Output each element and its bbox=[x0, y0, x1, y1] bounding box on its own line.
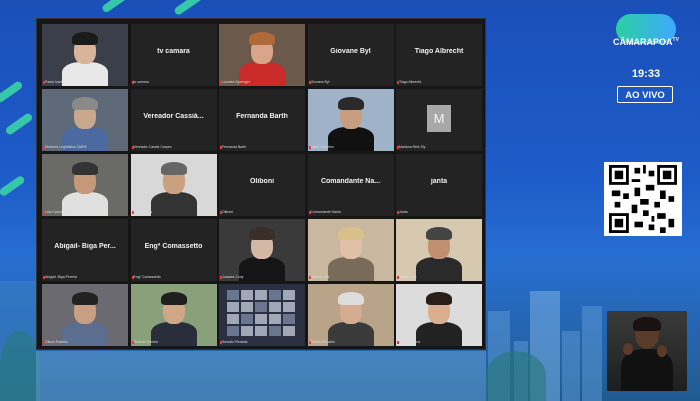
participant-tile[interactable]: Mônica Leal bbox=[307, 219, 394, 281]
decor-stripe bbox=[4, 112, 34, 136]
participant-name-caption: Comandante Nádia bbox=[310, 210, 341, 214]
participant-video bbox=[42, 284, 128, 346]
participant-name-caption: Abigail- Biga Pereira bbox=[45, 275, 77, 279]
participant-video bbox=[219, 219, 305, 281]
participant-name-caption: Ramiro Rosário bbox=[310, 340, 335, 344]
participant-tile[interactable]: Giovane Byl Giovane Byl bbox=[307, 24, 394, 86]
participant-tile[interactable]: Karen Santos bbox=[396, 284, 482, 346]
participant-name-caption: Pedro Ruas bbox=[133, 210, 152, 214]
participant-video bbox=[307, 89, 394, 151]
participant-name-caption: Engº Comassetto bbox=[133, 275, 161, 279]
decor-stripe bbox=[0, 80, 24, 104]
participant-name-caption: Lourdes Sprenger bbox=[222, 80, 251, 84]
qr-code[interactable] bbox=[604, 162, 682, 236]
participant-name-caption: Mariana Reis Sly bbox=[399, 145, 426, 149]
participant-video bbox=[219, 24, 305, 86]
participant-name-caption: Karen Santos bbox=[399, 340, 421, 344]
participant-tile[interactable]: Lourdes Sprenger bbox=[219, 24, 305, 86]
participant-display-name: Fernanda Barth bbox=[236, 113, 288, 120]
participant-display-name: Vereador Cassiá... bbox=[143, 113, 204, 120]
participant-display-name: Tiago Albrecht bbox=[414, 48, 464, 55]
participant-tile[interactable]: Idenir Cecchim bbox=[307, 89, 394, 151]
participant-video bbox=[42, 24, 128, 86]
participant-tile[interactable]: Abigail- Biga Per... Abigail- Biga Pereir… bbox=[42, 219, 128, 281]
participant-name-caption: Paula Ivanic bbox=[45, 80, 65, 84]
clock: 19:33 bbox=[631, 68, 661, 80]
participant-display-name: Giovane Byl bbox=[330, 48, 371, 55]
participant-tile[interactable]: Ramiro Rosário bbox=[307, 284, 394, 346]
participant-name-caption: tv camara bbox=[133, 80, 149, 84]
participant-video bbox=[42, 154, 128, 216]
participant-name-caption: Vereador Cassiá Carpes bbox=[133, 145, 172, 149]
participant-name-caption: Fernanda Barth bbox=[222, 145, 247, 149]
participant-name-caption: Jussara Cony bbox=[222, 275, 244, 279]
participant-tile[interactable]: Jonas Reis bbox=[396, 219, 482, 281]
qr-code-icon bbox=[609, 165, 677, 233]
participant-tile[interactable]: Engª Comassetto Engº Comassetto bbox=[130, 219, 217, 281]
participant-tile[interactable]: Ricardo Gomes bbox=[130, 284, 217, 346]
participant-tile[interactable]: Sessão Plenária bbox=[219, 284, 305, 346]
participant-name-caption: Mônica Leal bbox=[310, 275, 330, 279]
participant-tile[interactable]: Fernanda Barth Fernanda Barth bbox=[219, 89, 305, 151]
participant-name-caption: Diretoria Legislativa CMPA bbox=[45, 145, 87, 149]
participant-name-caption: Gilson Padeiro bbox=[45, 340, 68, 344]
logo-sup: TV bbox=[672, 37, 679, 43]
logo-text: CÂMARAPOA bbox=[613, 37, 673, 47]
participant-tile[interactable]: Oliboni Oliboni bbox=[219, 154, 305, 216]
participant-tile[interactable]: Paula Ivanic bbox=[42, 24, 128, 86]
participant-name-caption: Oliboni bbox=[222, 210, 233, 214]
participant-display-name: Oliboni bbox=[249, 178, 275, 185]
participant-display-name: Abigail- Biga Per... bbox=[54, 243, 116, 250]
participant-name-caption: Jonas Reis bbox=[399, 275, 417, 279]
participant-avatar: M bbox=[427, 105, 451, 132]
participant-name-caption: Giovane Byl bbox=[310, 80, 330, 84]
participant-name-caption: Tiago Albrecht bbox=[399, 80, 422, 84]
participant-video bbox=[219, 284, 305, 346]
participant-video bbox=[307, 219, 394, 281]
participant-tile[interactable]: tv camara tv camara bbox=[130, 24, 217, 86]
participant-name-caption: Idenir Cecchim bbox=[310, 145, 334, 149]
participant-display-name: Comandante Na... bbox=[320, 178, 381, 185]
participant-video bbox=[307, 284, 394, 346]
participant-tile[interactable]: Diretoria Legislativa CMPA bbox=[42, 89, 128, 151]
participant-name-caption: Ricardo Gomes bbox=[133, 340, 158, 344]
participant-tile[interactable]: Comandante Na... Comandante Nádia bbox=[307, 154, 394, 216]
participant-name-caption: Luiz Carlos Vaz bbox=[45, 210, 70, 214]
participant-video bbox=[396, 219, 482, 281]
live-badge: AO VIVO bbox=[617, 86, 673, 103]
participant-tile[interactable]: janta Janta bbox=[396, 154, 482, 216]
participant-video bbox=[130, 154, 217, 216]
participant-tile[interactable]: M Mariana Reis Sly bbox=[396, 89, 482, 151]
participant-tile[interactable]: Gilson Padeiro bbox=[42, 284, 128, 346]
decor-stripe bbox=[0, 174, 26, 198]
camara-poa-logo: CÂMARAPOATV 19:33 AO VIVO bbox=[606, 14, 686, 106]
participant-display-name: tv camara bbox=[157, 48, 190, 55]
video-conference-grid: Paula Ivanic tv camara tv camara Lourdes Sp… bbox=[36, 18, 486, 350]
decor-stripe bbox=[100, 0, 136, 14]
participant-tile[interactable]: Vereador Cassiá... Vereador Cassiá Carpes bbox=[130, 89, 217, 151]
participant-tile[interactable]: Tiago Albrecht Tiago Albrecht bbox=[396, 24, 482, 86]
participant-video bbox=[396, 284, 482, 346]
participant-name-caption: Janta bbox=[399, 210, 408, 214]
decor-stripe bbox=[173, 0, 209, 17]
participant-tile[interactable]: Luiz Carlos Vaz bbox=[42, 154, 128, 216]
participant-video bbox=[130, 284, 217, 346]
participant-tile[interactable]: Pedro Ruas bbox=[130, 154, 217, 216]
sign-language-interpreter bbox=[607, 311, 687, 391]
participant-display-name: Engª Comassetto bbox=[144, 243, 203, 250]
participant-display-name: janta bbox=[430, 178, 448, 185]
participant-tile[interactable]: Jussara Cony bbox=[219, 219, 305, 281]
participant-video bbox=[42, 89, 128, 151]
participant-name-caption: Sessão Plenária bbox=[222, 340, 248, 344]
